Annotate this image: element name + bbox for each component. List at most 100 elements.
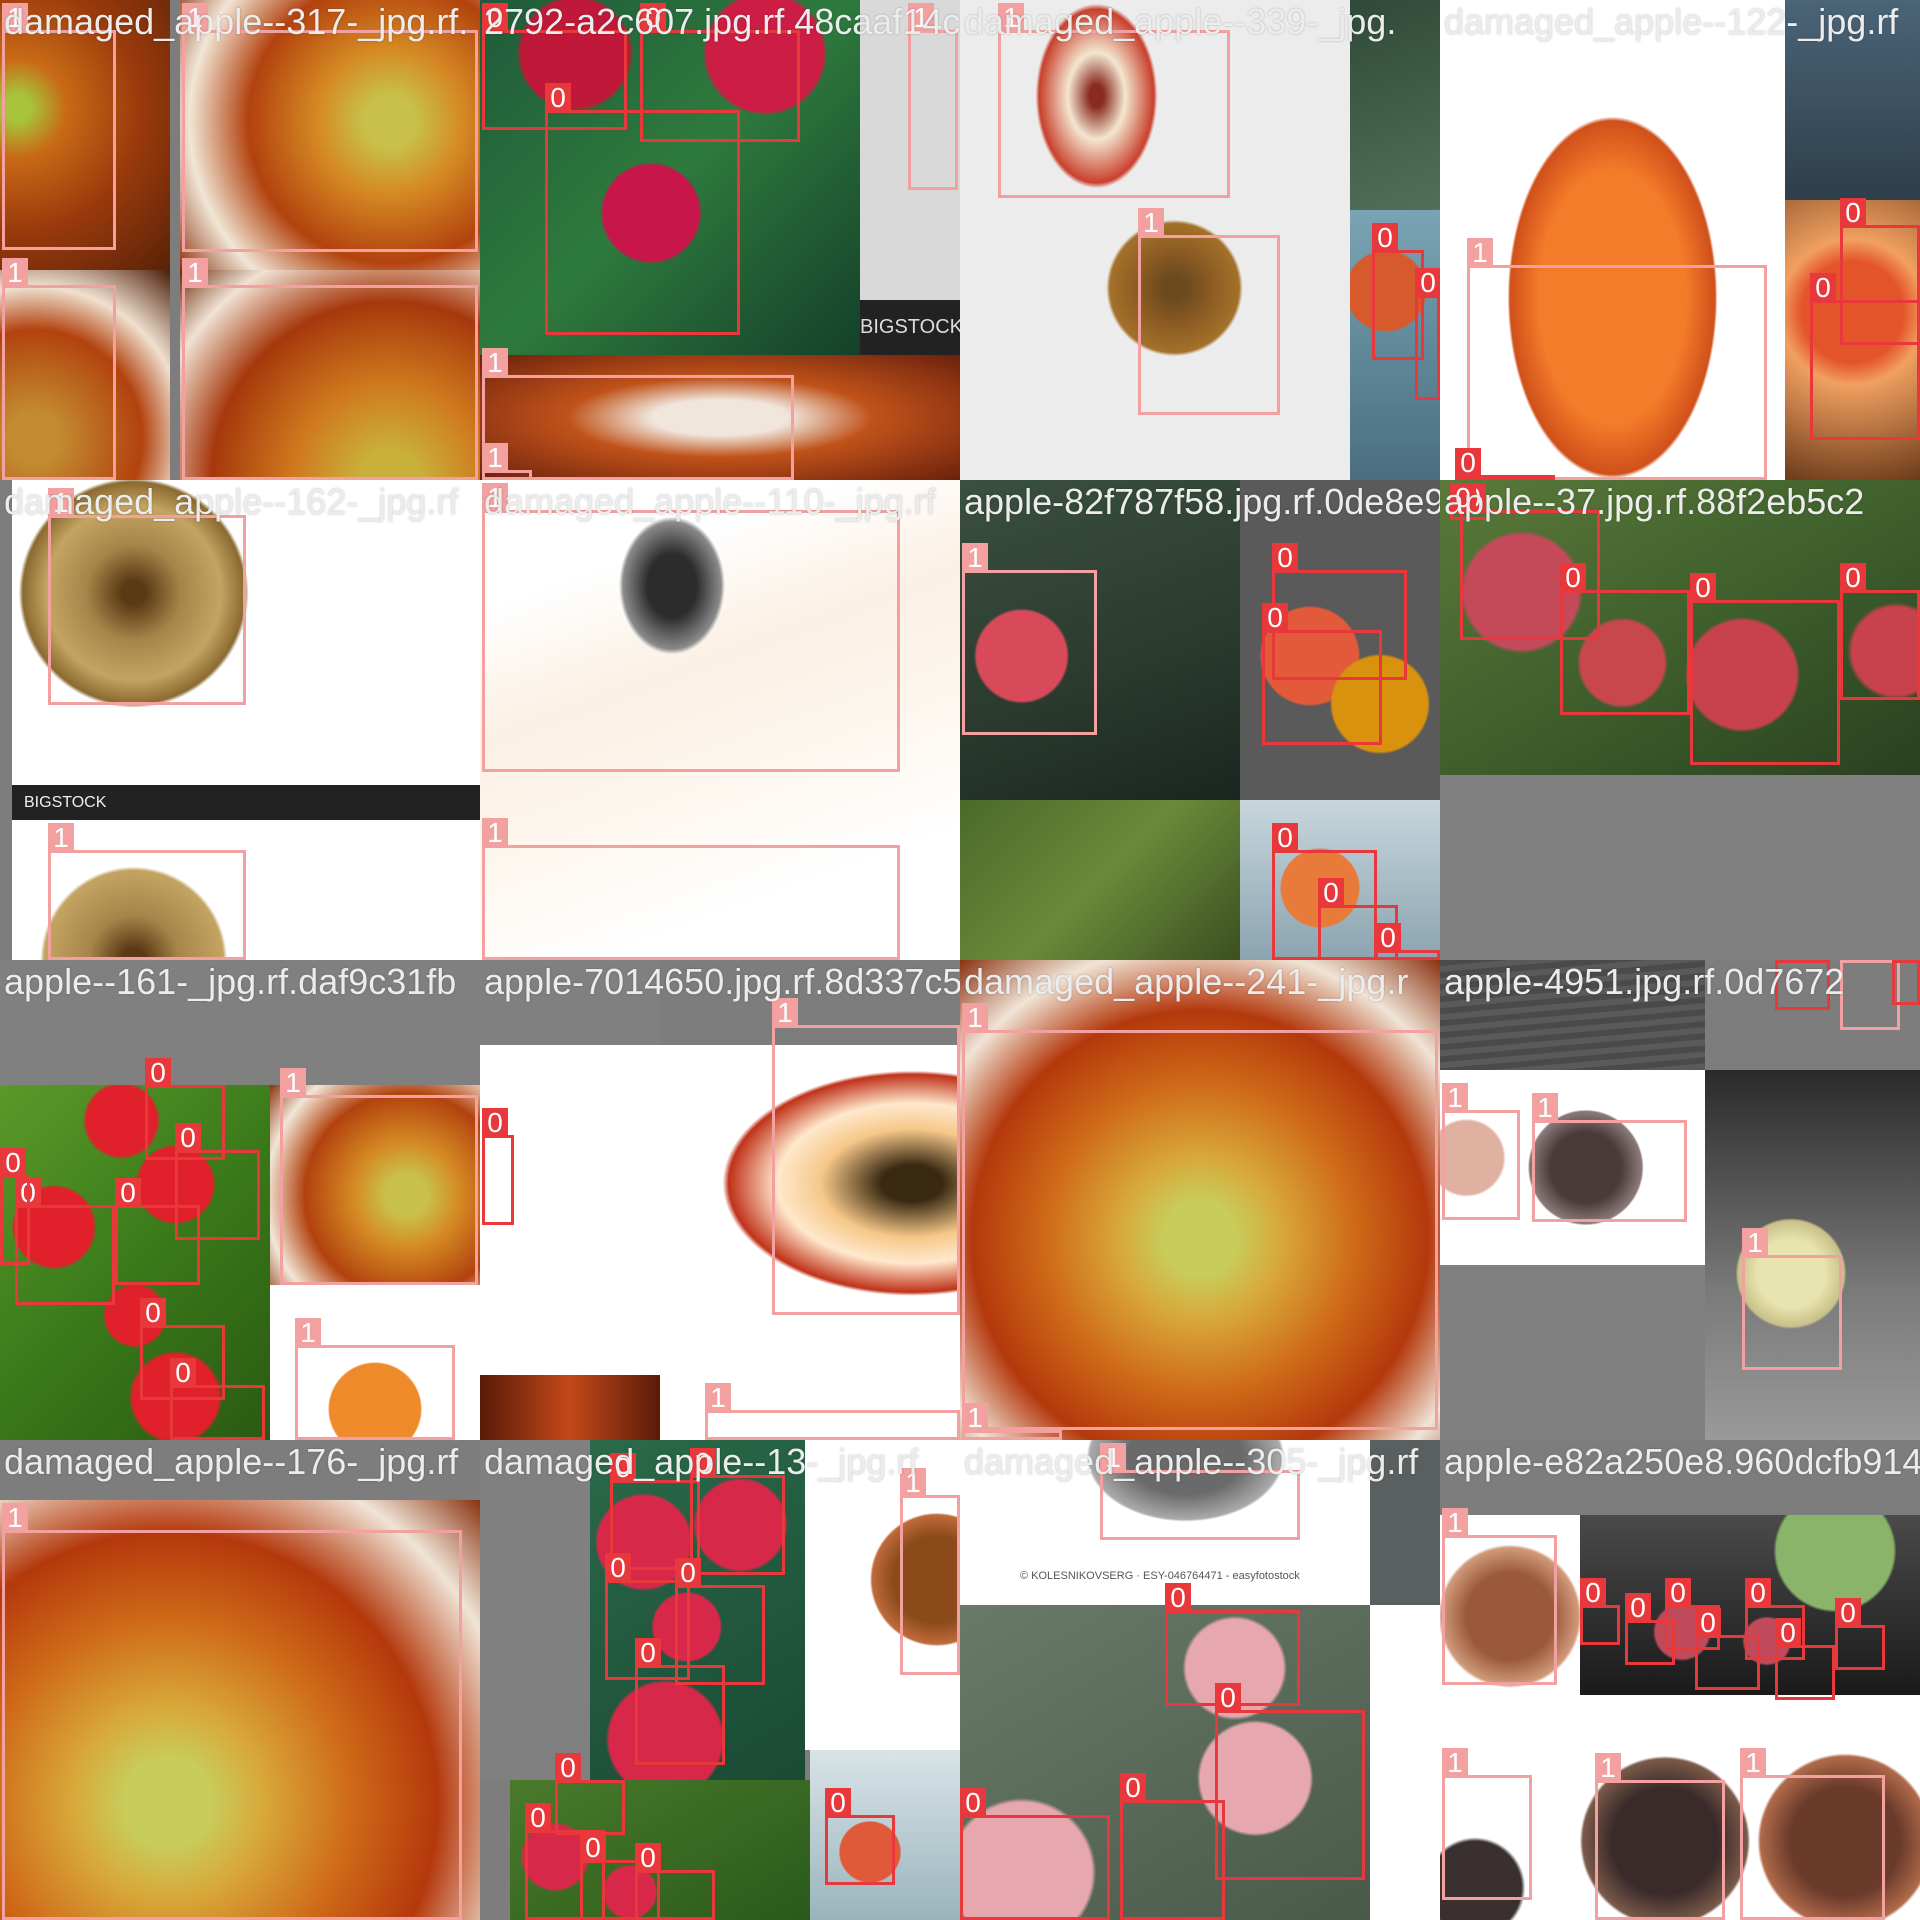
class-label: 0 bbox=[1372, 223, 1398, 253]
bbox-damaged: 1 bbox=[1595, 1753, 1725, 1920]
tile-title: apple-82f787f58.jpg.rf.0de8e913 bbox=[964, 481, 1440, 522]
tile-title: damaged_apple--305-_jpg.rf bbox=[964, 1441, 1419, 1482]
apple-closeup-image bbox=[480, 1375, 660, 1440]
mosaic-tile: damaged_apple--110-_jpg.rf 1 1 bbox=[480, 480, 960, 960]
bbox-apple: 0 bbox=[1262, 603, 1382, 745]
bbox-damaged: 1 bbox=[772, 998, 960, 1315]
class-label: 0 bbox=[580, 1833, 606, 1863]
apple-leaves-image bbox=[960, 800, 1240, 960]
class-label: 1 bbox=[1467, 238, 1493, 268]
tile-title: apple-4951.jpg.rf.0d7672 bbox=[1444, 961, 1845, 1002]
class-label: 0 bbox=[140, 1298, 166, 1328]
tile-title: damaged_apple--13-_jpg.rf bbox=[484, 1441, 919, 1482]
bbox-damaged: 1 bbox=[295, 1318, 455, 1440]
white-image bbox=[1370, 1605, 1440, 1920]
bbox-apple: 0 bbox=[1580, 1578, 1620, 1645]
class-label: 1 bbox=[482, 818, 508, 848]
bbox-damaged: 1 bbox=[482, 443, 532, 480]
class-label: 1 bbox=[772, 998, 798, 1028]
class-label: 0 bbox=[1560, 563, 1586, 593]
class-label: 1 bbox=[1740, 1748, 1766, 1778]
class-label: 1 bbox=[182, 258, 208, 288]
bbox-apple: 0 bbox=[1375, 923, 1440, 960]
class-label: 0 bbox=[1745, 1578, 1771, 1608]
bbox-damaged: 1 bbox=[962, 1403, 1062, 1440]
class-label: 0 bbox=[1375, 923, 1401, 953]
class-label: 0 bbox=[145, 1058, 171, 1088]
bbox-damaged: 1 bbox=[1467, 238, 1767, 480]
class-label: 1 bbox=[295, 1318, 321, 1348]
mosaic-tile: BIGSTOCK damaged_apple--162-_jpg.rf 1 1 bbox=[0, 480, 480, 960]
bbox-apple: 0 bbox=[1120, 1773, 1225, 1920]
class-label: 1 bbox=[1442, 1083, 1468, 1113]
class-label: 1 bbox=[1595, 1753, 1621, 1783]
class-label: 1 bbox=[962, 1403, 988, 1433]
bbox-damaged: 1 bbox=[482, 818, 900, 960]
bbox-damaged: 1 bbox=[482, 348, 794, 480]
bbox-damaged: 1 bbox=[482, 483, 900, 772]
bbox-damaged: 1 bbox=[1742, 1228, 1842, 1370]
bbox-apple: 0 bbox=[1215, 1683, 1365, 1880]
class-label: 0 bbox=[0, 1148, 26, 1178]
bbox-damaged: 1 bbox=[1740, 1748, 1885, 1920]
mosaic-grid: damaged_apple--317-_jpg.rf. 1 1 1 1 BIGS… bbox=[0, 0, 1920, 1920]
bbox-apple: 0 bbox=[1835, 1598, 1885, 1670]
class-label: 0 bbox=[525, 1803, 551, 1833]
bbox-apple: 0 bbox=[555, 1753, 625, 1835]
bbox-apple: 0 bbox=[690, 1448, 785, 1575]
mosaic-tile: damaged_apple--176-_jpg.rf 1 bbox=[0, 1440, 480, 1920]
mosaic-tile: © KOLESNIKOVSERG · ESY-046764471 - easyf… bbox=[960, 1440, 1440, 1920]
class-label: 0 bbox=[1810, 273, 1836, 303]
mosaic-tile: damaged_apple--317-_jpg.rf. 1 1 1 1 bbox=[0, 0, 480, 480]
class-label: 0 bbox=[1840, 563, 1866, 593]
bbox-apple: 0 bbox=[0, 1148, 30, 1265]
bbox-damaged: 1 bbox=[48, 488, 246, 705]
bbox-damaged: 1 bbox=[1442, 1508, 1557, 1685]
class-label: 1 bbox=[1742, 1228, 1768, 1258]
bbox-damaged: 1 bbox=[280, 1068, 478, 1285]
class-label: 1 bbox=[2, 1503, 28, 1533]
bbox-damaged: 1 bbox=[1840, 960, 1900, 1030]
class-label: 1 bbox=[1442, 1508, 1468, 1538]
bbox-damaged: 1 bbox=[182, 258, 478, 480]
mosaic-tile: damaged_apple--241-_jpg.r 1 1 bbox=[960, 960, 1440, 1440]
class-label: 0 bbox=[1840, 198, 1866, 228]
bbox-apple: 0 bbox=[15, 1178, 115, 1305]
class-label: 0 bbox=[1262, 603, 1288, 633]
mosaic-tile: apple-82f787f58.jpg.rf.0de8e913 1 0 0 0 … bbox=[960, 480, 1440, 960]
mosaic-tile: damaged_apple--13-_jpg.rf 0 0 0 0 0 0 0 … bbox=[480, 1440, 960, 1920]
class-label: 1 bbox=[280, 1068, 306, 1098]
empty-area bbox=[480, 1440, 590, 1780]
class-label: 0 bbox=[1272, 823, 1298, 853]
mosaic-tile: BIGSTOCK 2792-a2c607.jpg.rf.48caaf14c 0 … bbox=[480, 0, 960, 480]
bbox-apple: 0 bbox=[115, 1178, 200, 1285]
bbox-apple: 0 bbox=[1690, 573, 1840, 765]
class-label: 0 bbox=[605, 1553, 631, 1583]
tile-title: damaged_apple--339-_jpg. bbox=[964, 1, 1397, 42]
class-label: 0 bbox=[675, 1558, 701, 1588]
bbox-apple: 0 bbox=[825, 1788, 895, 1885]
mosaic-tile: damaged_apple--339-_jpg. 1 1 0 0 bbox=[960, 0, 1440, 480]
bbox-apple: 0 bbox=[545, 83, 740, 335]
mosaic-tile: apple-7014650.jpg.rf.8d337c57 0 1 1 bbox=[480, 960, 960, 1440]
class-label: 0 bbox=[960, 1788, 986, 1818]
bbox-apple: 0 bbox=[1415, 268, 1440, 400]
class-label: 0 bbox=[555, 1753, 581, 1783]
class-label: 1 bbox=[1532, 1093, 1558, 1123]
tile-title: apple-e82a250e8.960dcfb914 bbox=[1444, 1441, 1920, 1482]
tile-title: apple--37.jpg.rf.88f2eb5c2 bbox=[1444, 481, 1865, 522]
tile-title: damaged_apple--162-_jpg.rf bbox=[4, 481, 459, 522]
tile-title: damaged_apple--122-_jpg.rf bbox=[1444, 1, 1899, 42]
class-label: 0 bbox=[1120, 1773, 1146, 1803]
bbox-damaged: 1 bbox=[1442, 1748, 1532, 1900]
bbox-damaged: 1 bbox=[998, 3, 1230, 198]
class-label: 0 bbox=[1318, 878, 1344, 908]
mosaic-tile: apple--37.jpg.rf.88f2eb5c2 0 0 0 0 0 bbox=[1440, 480, 1920, 960]
class-label: 1 bbox=[48, 823, 74, 853]
mosaic-tile: apple-e82a250e8.960dcfb914 1 0 0 0 0 0 0… bbox=[1440, 1440, 1920, 1920]
class-label: 0 bbox=[1892, 960, 1918, 963]
class-label: 0 bbox=[1625, 1593, 1651, 1623]
mosaic-tile: apple-4951.jpg.rf.0d7672 1 1 1 0 1 0 bbox=[1440, 960, 1920, 1440]
class-label: 0 bbox=[635, 1843, 661, 1873]
class-label: 0 bbox=[1165, 1583, 1191, 1613]
